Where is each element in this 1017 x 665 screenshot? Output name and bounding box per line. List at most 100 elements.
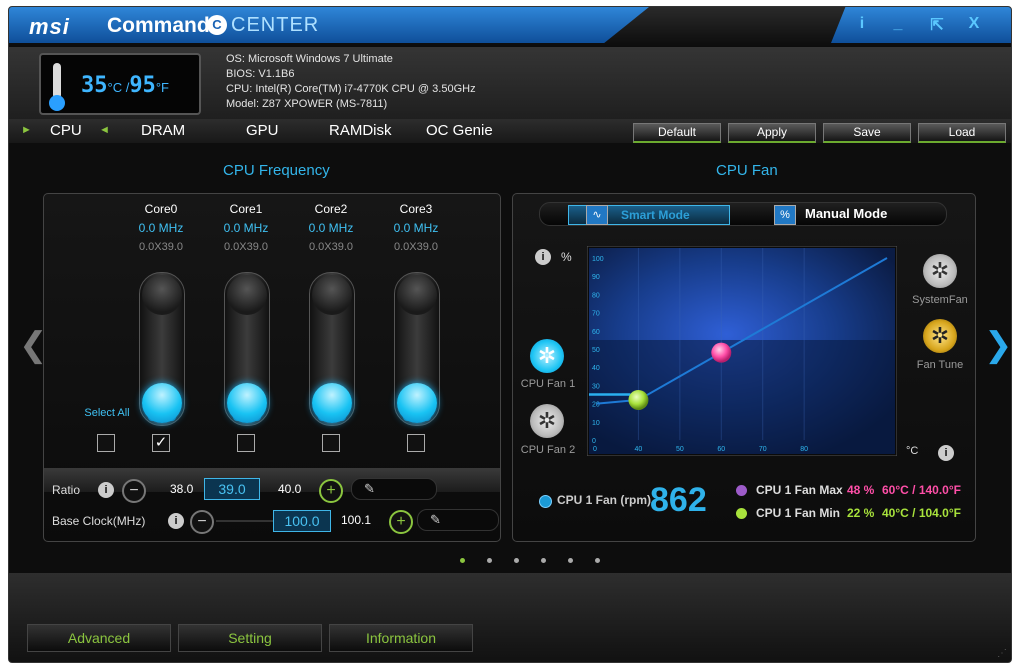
system-fan-icon[interactable]: ✲ xyxy=(923,254,957,288)
core-frequency: 0.0 MHz xyxy=(138,221,184,235)
tab-oc-genie[interactable]: OC Genie xyxy=(426,122,493,139)
default-button[interactable]: Default xyxy=(633,123,721,143)
core0-checkbox[interactable]: ✓ xyxy=(152,434,170,452)
page-dot[interactable] xyxy=(568,558,573,563)
select-all-checkbox[interactable] xyxy=(97,434,115,452)
fan-min-point-handle[interactable] xyxy=(628,389,649,410)
core-frequency: 0.0 MHz xyxy=(223,221,269,235)
base-clock-track[interactable] xyxy=(216,520,278,522)
base-clock-info-icon[interactable]: i xyxy=(168,513,184,529)
base-clock-input[interactable]: 100.0 xyxy=(273,510,331,532)
ratio-info-icon[interactable]: i xyxy=(98,482,114,498)
minimize-button[interactable]: _ xyxy=(888,15,908,33)
resize-grip-icon[interactable]: ⋰ xyxy=(997,648,1007,659)
tab-ramdisk[interactable]: RAMDisk xyxy=(329,122,392,139)
tab-gpu[interactable]: GPU xyxy=(246,122,279,139)
pencil-icon: ✎ xyxy=(430,512,441,527)
setting-button[interactable]: Setting xyxy=(178,624,322,652)
tab-cpu[interactable]: CPU xyxy=(50,122,82,139)
cpu-fan1-icon[interactable]: ✲ xyxy=(530,339,564,373)
ratio-decrease-button[interactable]: − xyxy=(122,479,146,503)
fan-max-temp: 60°C / 140.0°F xyxy=(882,483,961,497)
temperature-display: 35°C /95°F xyxy=(39,53,201,115)
fan-max-label: CPU 1 Fan Max xyxy=(756,483,843,497)
core-frequency: 0.0 MHz xyxy=(393,221,439,235)
fan-tune-label: Fan Tune xyxy=(916,359,964,371)
page-dot[interactable] xyxy=(595,558,600,563)
core0-slider[interactable] xyxy=(139,272,185,426)
core2-slider[interactable] xyxy=(309,272,355,426)
core-ratio: 0.0X39.0 xyxy=(308,241,354,253)
restore-button[interactable]: ⇱ xyxy=(927,15,947,35)
tab-arrow-icon: ◄ xyxy=(99,124,110,136)
base-clock-increase-button[interactable]: + xyxy=(389,510,413,534)
slider-top-cap xyxy=(397,275,437,315)
core-frequency: 0.0 MHz xyxy=(308,221,354,235)
ratio-increase-button[interactable]: + xyxy=(319,479,343,503)
slider-top-cap xyxy=(312,275,352,315)
base-clock-decrease-button[interactable]: − xyxy=(190,510,214,534)
core2-slider-knob[interactable] xyxy=(312,383,352,423)
fan-max-point-handle[interactable] xyxy=(711,342,732,363)
page-dot[interactable] xyxy=(487,558,492,563)
info-button[interactable]: i xyxy=(852,15,872,33)
core1-slider-knob[interactable] xyxy=(227,383,267,423)
cpu-fan-title: CPU Fan xyxy=(716,162,778,179)
y-tick-label: 30 xyxy=(592,383,600,390)
core1-slider[interactable] xyxy=(224,272,270,426)
fan-chart-info-icon[interactable]: i xyxy=(535,249,551,265)
ratio-label: Ratio xyxy=(52,483,81,497)
page-dot[interactable] xyxy=(541,558,546,563)
fan-max-dot xyxy=(736,485,747,496)
page-dot[interactable] xyxy=(460,558,465,563)
load-button[interactable]: Load xyxy=(918,123,1006,143)
command-center-window: msi Command C CENTER i _ ⇱ X 35°C /95°F … xyxy=(8,6,1012,663)
ratio-max-value: 40.0 xyxy=(278,482,302,496)
temp-celsius: 35 xyxy=(81,73,108,98)
pencil-icon: ✎ xyxy=(364,481,375,496)
slider-top-cap xyxy=(142,275,182,315)
core-ratio: 0.0X39.0 xyxy=(223,241,269,253)
thermometer-icon xyxy=(53,63,61,99)
cpu-info: CPU: Intel(R) Core(TM) i7-4770K CPU @ 3.… xyxy=(226,83,476,95)
information-button[interactable]: Information xyxy=(329,624,473,652)
core1-checkbox[interactable] xyxy=(237,434,255,452)
tab-dram[interactable]: DRAM xyxy=(141,122,185,139)
thermometer-bulb-icon xyxy=(49,95,65,111)
y-tick-label: 60 xyxy=(592,329,600,336)
core3-slider[interactable] xyxy=(394,272,440,426)
core-ratio: 0.0X39.0 xyxy=(138,241,184,253)
system-info-bar: 35°C /95°F OS: Microsoft Windows 7 Ultim… xyxy=(9,47,1011,119)
x-tick-label: 50 xyxy=(676,446,684,453)
core-name: Core0 xyxy=(144,202,178,216)
close-button[interactable]: X xyxy=(964,15,984,33)
page-dot[interactable] xyxy=(514,558,519,563)
core1-header: Core1 0.0 MHz 0.0X39.0 xyxy=(206,202,286,253)
save-button[interactable]: Save xyxy=(823,123,911,143)
core-name: Core3 xyxy=(399,202,433,216)
temp-fahrenheit: 95 xyxy=(129,73,156,98)
temp-unit-info-icon[interactable]: i xyxy=(938,445,954,461)
core3-checkbox[interactable] xyxy=(407,434,425,452)
next-page-arrow-icon[interactable]: ❯ xyxy=(984,325,1011,365)
ratio-edit-field[interactable]: ✎ xyxy=(351,478,437,500)
manual-mode-button[interactable]: Manual Mode xyxy=(805,205,887,223)
core3-slider-knob[interactable] xyxy=(397,383,437,423)
manual-mode-icon: % xyxy=(774,205,796,225)
core0-header: Core0 0.0 MHz 0.0X39.0 xyxy=(121,202,201,253)
fan-tune-icon[interactable]: ✲ xyxy=(923,319,957,353)
base-clock-edit-field[interactable]: ✎ xyxy=(417,509,499,531)
bios-info: BIOS: V1.1B6 xyxy=(226,68,295,80)
core2-checkbox[interactable] xyxy=(322,434,340,452)
title-bar[interactable]: msi Command C CENTER i _ ⇱ X xyxy=(9,7,1011,47)
advanced-button[interactable]: Advanced xyxy=(27,624,171,652)
cpu-fan2-icon[interactable]: ✲ xyxy=(530,404,564,438)
fan-curve-chart[interactable]: 0102030405060708090100 0 40 50 60 70 80 xyxy=(587,246,897,456)
cpu-fan2-label: CPU Fan 2 xyxy=(520,444,576,456)
os-info: OS: Microsoft Windows 7 Ultimate xyxy=(226,53,393,65)
ratio-input[interactable]: 39.0 xyxy=(204,478,260,500)
apply-button[interactable]: Apply xyxy=(728,123,816,143)
core0-slider-knob[interactable] xyxy=(142,383,182,423)
rpm-label: CPU 1 Fan (rpm) xyxy=(557,493,652,507)
x-tick-label: 80 xyxy=(800,446,808,453)
